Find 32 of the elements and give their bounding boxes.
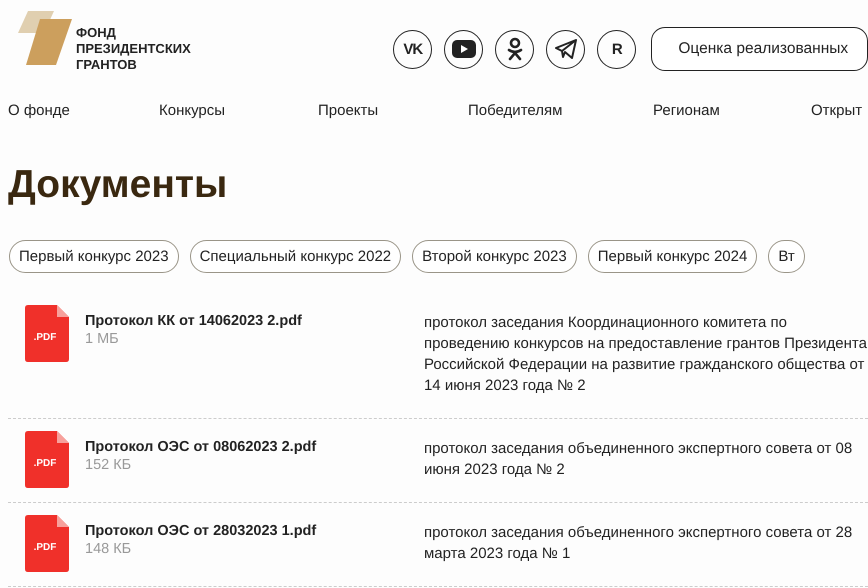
file-size: 1 МБ bbox=[85, 331, 120, 347]
file-link[interactable]: Протокол ОЭС от 28032023 1.pdf bbox=[85, 523, 424, 539]
file-link[interactable]: Протокол КК от 14062023 2.pdf bbox=[85, 313, 424, 329]
header-button[interactable]: Оценка реализованных bbox=[651, 27, 868, 71]
file-link[interactable]: Протокол ОЭС от 08062023 2.pdf bbox=[85, 439, 424, 455]
nav-link[interactable]: Конкурсы bbox=[159, 102, 318, 119]
filter-chip[interactable]: Второй конкурс 2023 bbox=[412, 240, 577, 273]
pdf-file-icon[interactable]: .PDF bbox=[25, 515, 69, 572]
nav-link[interactable]: Открыт bbox=[811, 102, 868, 119]
nav-link[interactable]: О фонде bbox=[8, 102, 159, 119]
social-link[interactable]: R bbox=[597, 30, 636, 68]
logo-text: ФОНД ПРЕЗИДЕНТСКИХ ГРАНТОВ bbox=[76, 25, 191, 73]
figure-icon[interactable] bbox=[495, 30, 534, 68]
pdf-file-icon[interactable]: .PDF bbox=[25, 305, 69, 362]
filter-chip[interactable]: Первый конкурс 2023 bbox=[9, 240, 179, 273]
nav-link[interactable]: Победителям bbox=[468, 102, 653, 119]
play-icon[interactable] bbox=[444, 30, 484, 68]
filter-chip[interactable]: Первый конкурс 2024 bbox=[588, 240, 758, 273]
file-description: протокол заседания объединенного экспертного совета от 08 июня 2023 года № 2 bbox=[424, 439, 854, 480]
pdf-file-icon[interactable]: .PDF bbox=[25, 431, 69, 488]
nav-link[interactable]: Регионам bbox=[653, 102, 811, 119]
nav-link[interactable]: Проекты bbox=[318, 102, 468, 119]
page-title: Документы bbox=[8, 163, 228, 207]
logo-icon bbox=[18, 11, 72, 65]
filter-chip[interactable]: Специальный конкурс 2022 bbox=[190, 240, 402, 273]
file-description: протокол заседания Координационного комитета по проведению конкурсов на предоставление грантов Президента Российской Федерации на развитие гражданского общества от 14 июня 2023 года № 2 bbox=[424, 313, 868, 396]
paper-plane-icon[interactable] bbox=[546, 30, 586, 68]
file-description: протокол заседания объединенного экспертного совета от 28 марта 2023 года № 1 bbox=[424, 523, 854, 564]
social-link[interactable]: VK bbox=[393, 30, 432, 68]
file-size: 152 КБ bbox=[85, 457, 132, 473]
filter-chip[interactable]: Вт bbox=[768, 240, 805, 273]
file-size: 148 КБ bbox=[85, 541, 132, 557]
